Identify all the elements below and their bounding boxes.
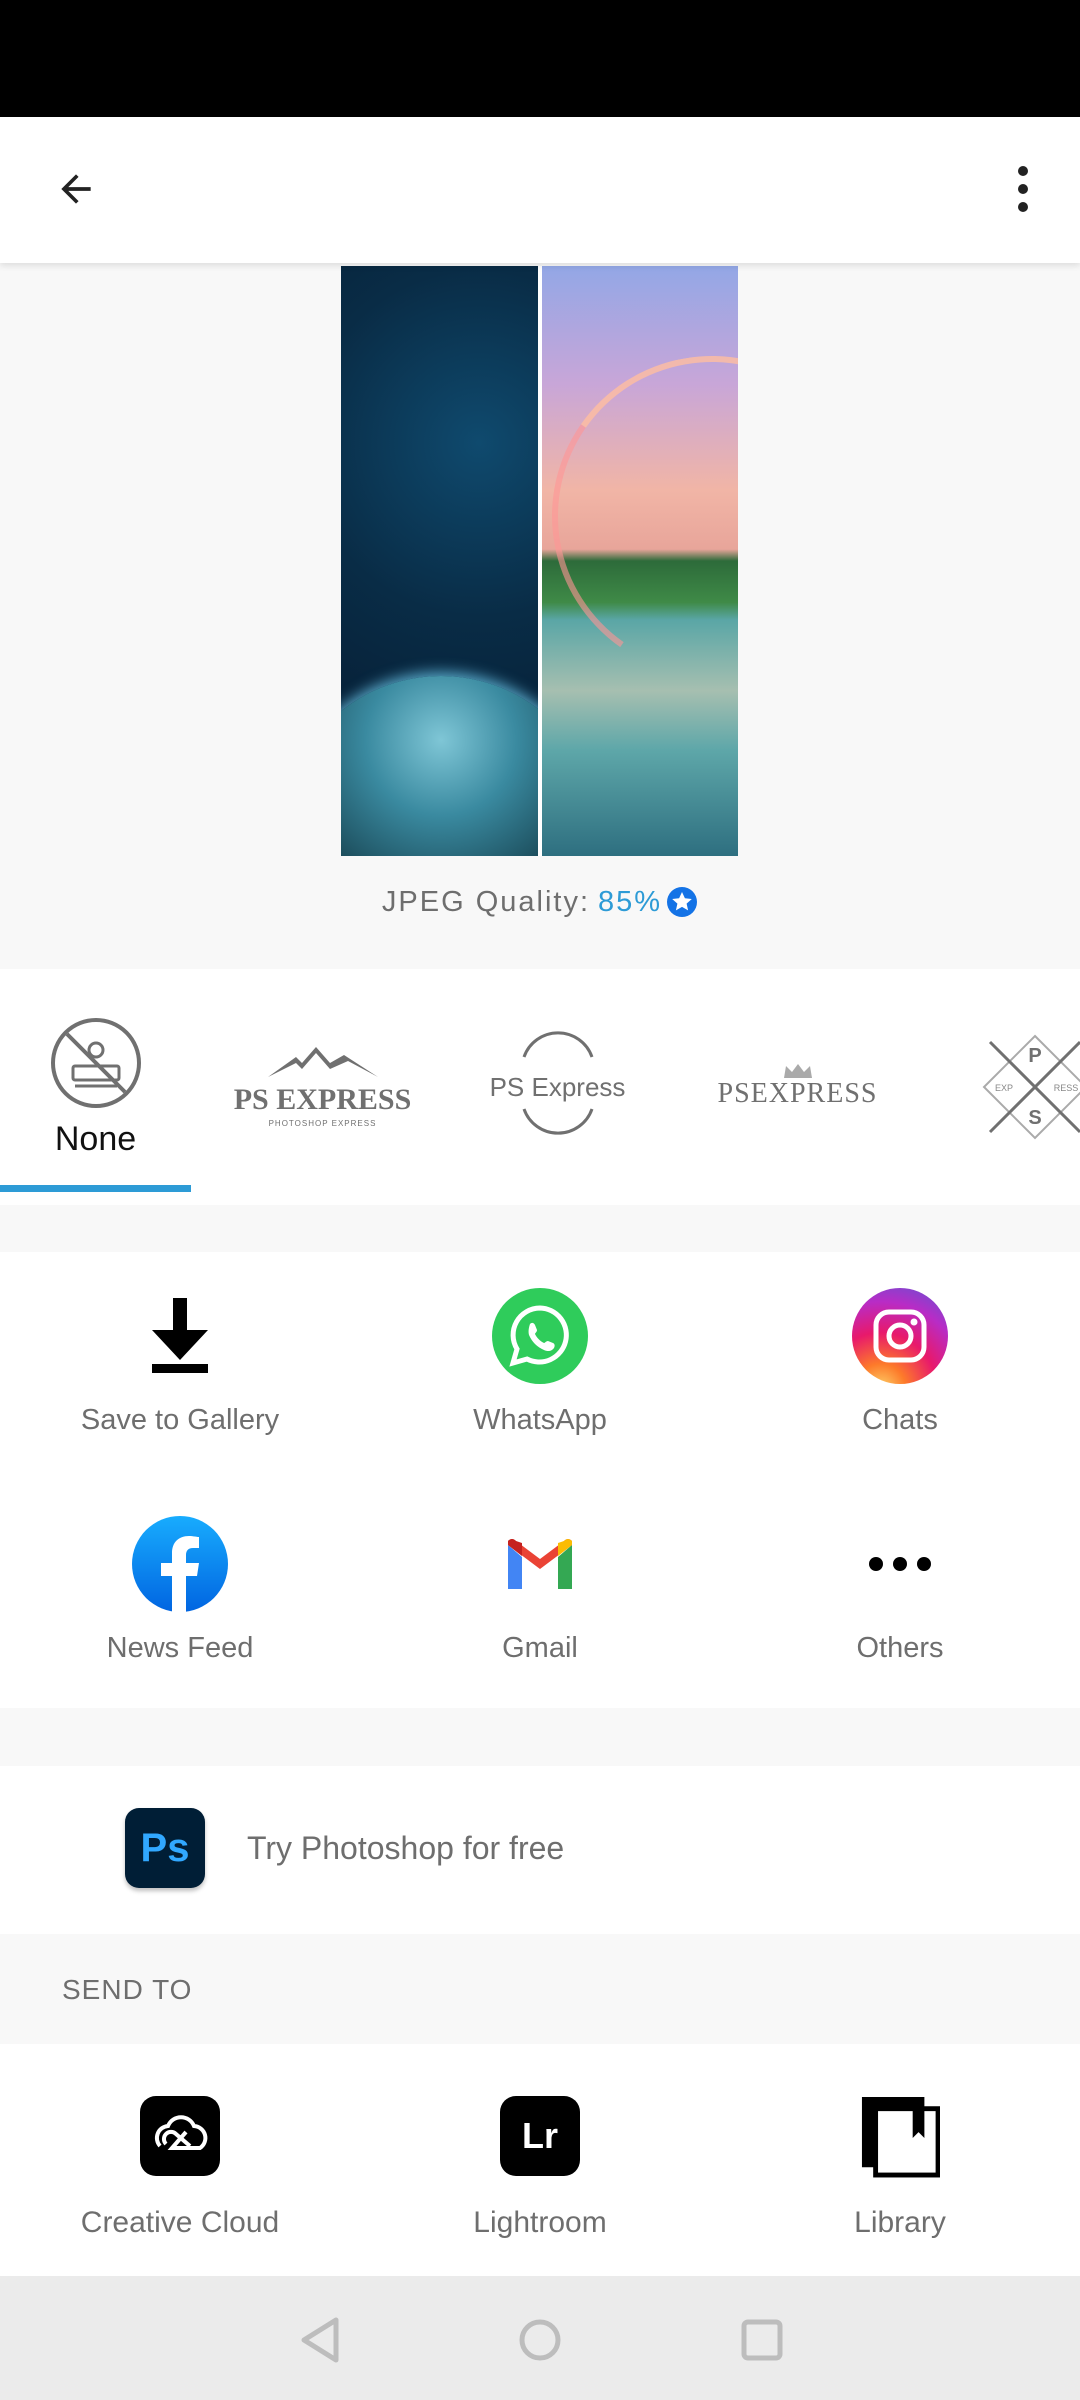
share-gmail[interactable]: Gmail bbox=[360, 1480, 720, 1680]
facebook-icon bbox=[132, 1516, 228, 1612]
promo-label: Try Photoshop for free bbox=[247, 1830, 565, 1866]
watermark-option-mountain[interactable]: PS EXPRESS PHOTOSHOP EXPRESS bbox=[225, 969, 420, 1205]
jpeg-quality-label: JPEG Quality: bbox=[381, 885, 591, 918]
rainbow-graphic bbox=[541, 330, 738, 702]
arrow-left-icon bbox=[61, 174, 91, 204]
jpeg-quality-row[interactable]: JPEG Quality: 85% bbox=[0, 872, 1080, 932]
send-label: Library bbox=[854, 2206, 946, 2239]
library-icon bbox=[861, 2096, 940, 2178]
jpeg-quality-value[interactable]: 85% bbox=[598, 886, 662, 919]
badge-letter-top: P bbox=[1028, 1045, 1041, 1067]
send-to-options: Creative Cloud Lr Lightroom Library bbox=[0, 2044, 1080, 2276]
share-facebook-news-feed[interactable]: News Feed bbox=[0, 1480, 360, 1680]
preview-panel-space bbox=[341, 266, 538, 856]
share-others[interactable]: Others bbox=[720, 1480, 1080, 1680]
watermark-option-circle[interactable]: PS Express bbox=[470, 969, 645, 1205]
nav-recents-button[interactable] bbox=[732, 2310, 792, 2370]
nav-home-button[interactable] bbox=[510, 2310, 570, 2370]
no-stamp-icon bbox=[50, 1017, 141, 1108]
share-label: Save to Gallery bbox=[80, 1404, 280, 1436]
watermark-subtitle: PHOTOSHOP EXPRESS bbox=[268, 1118, 377, 1128]
lightroom-icon: Lr bbox=[500, 2096, 580, 2176]
triangle-back-icon bbox=[301, 2317, 339, 2363]
watermark-title: PSEXPRESS bbox=[717, 1078, 878, 1109]
watermark-option-arrows[interactable]: P S EXP RESS bbox=[975, 969, 1080, 1205]
circle-badge-icon bbox=[522, 1031, 594, 1135]
star-badge-icon bbox=[667, 887, 698, 917]
badge-text-right: RESS bbox=[1054, 1083, 1079, 1093]
watermark-title: PS EXPRESS bbox=[233, 1082, 412, 1116]
send-creative-cloud[interactable]: Creative Cloud bbox=[0, 2044, 360, 2276]
preview-panel-lake bbox=[541, 266, 738, 856]
badge-letter-bottom: S bbox=[1028, 1107, 1041, 1129]
share-label: Others bbox=[856, 1632, 944, 1664]
more-options-button[interactable] bbox=[990, 153, 1056, 225]
send-label: Creative Cloud bbox=[80, 2206, 280, 2239]
watermark-selector: None PS EXPRESS PHOTOSHOP EXPRESS PS Exp… bbox=[0, 969, 1080, 1205]
more-vertical-icon bbox=[1018, 166, 1028, 212]
planet-graphic bbox=[341, 676, 538, 856]
system-navigation-bar bbox=[0, 2276, 1080, 2400]
watermark-none-label: None bbox=[54, 1119, 137, 1158]
whatsapp-icon bbox=[492, 1288, 588, 1384]
selected-indicator bbox=[0, 1185, 191, 1192]
share-label: WhatsApp bbox=[473, 1404, 607, 1436]
square-recents-icon bbox=[741, 2319, 783, 2361]
watermark-option-none[interactable]: None bbox=[0, 969, 191, 1205]
share-options: Save to Gallery WhatsApp Chats News Feed… bbox=[0, 1252, 1080, 1708]
download-icon bbox=[152, 1298, 208, 1373]
send-lightroom[interactable]: Lr Lightroom bbox=[360, 2044, 720, 2276]
more-horizontal-icon bbox=[869, 1557, 931, 1571]
watermark-option-crown[interactable]: PSEXPRESS bbox=[700, 969, 895, 1205]
arrows-badge-icon: P S EXP RESS bbox=[982, 1034, 1080, 1140]
crown-icon bbox=[783, 1064, 812, 1078]
status-bar bbox=[0, 0, 1080, 117]
send-library[interactable]: Library bbox=[720, 2044, 1080, 2276]
send-to-section-header: SEND TO bbox=[0, 1934, 1080, 2044]
share-label: News Feed bbox=[106, 1632, 254, 1664]
back-button[interactable] bbox=[40, 153, 112, 225]
app-bar bbox=[0, 117, 1080, 263]
mountain-logo-icon bbox=[267, 1046, 378, 1077]
share-label: Gmail bbox=[502, 1632, 578, 1664]
image-preview bbox=[341, 266, 738, 856]
creative-cloud-icon bbox=[140, 2096, 220, 2176]
badge-text-left: EXP bbox=[995, 1083, 1013, 1093]
share-save-to-gallery[interactable]: Save to Gallery bbox=[0, 1252, 360, 1452]
send-to-title: SEND TO bbox=[62, 1974, 193, 2005]
share-instagram-chats[interactable]: Chats bbox=[720, 1252, 1080, 1452]
nav-back-button[interactable] bbox=[290, 2310, 350, 2370]
share-label: Chats bbox=[862, 1404, 938, 1436]
gmail-icon bbox=[508, 1539, 572, 1589]
photoshop-icon: Ps bbox=[125, 1808, 205, 1888]
send-label: Lightroom bbox=[473, 2206, 607, 2239]
instagram-icon bbox=[852, 1288, 948, 1384]
circle-home-icon bbox=[519, 2319, 561, 2361]
share-whatsapp[interactable]: WhatsApp bbox=[360, 1252, 720, 1452]
try-photoshop-promo[interactable]: Ps Try Photoshop for free bbox=[0, 1766, 1080, 1934]
